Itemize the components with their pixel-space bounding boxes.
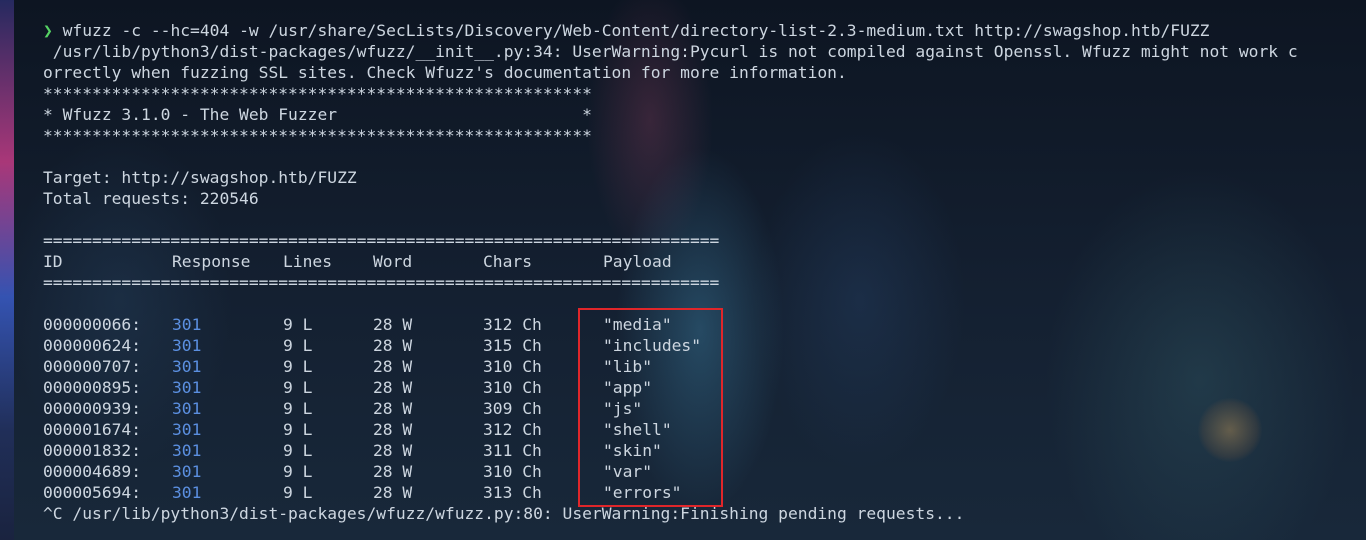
cell-chars: 313 Ch xyxy=(483,483,542,502)
separator-bottom: ========================================… xyxy=(43,273,720,292)
header-id: ID xyxy=(43,252,63,271)
cell-response: 301 xyxy=(172,336,202,355)
cell-response: 301 xyxy=(172,483,202,502)
cell-id: 000005694: xyxy=(43,483,142,502)
cell-response: 301 xyxy=(172,441,202,460)
cell-response: 301 xyxy=(172,420,202,439)
cell-lines: 9 L xyxy=(283,315,313,334)
cell-lines: 9 L xyxy=(283,336,313,355)
prompt-arrow-icon: ❯ xyxy=(43,21,53,40)
cell-chars: 311 Ch xyxy=(483,441,542,460)
header-response: Response xyxy=(172,252,251,271)
cell-word: 28 W xyxy=(373,441,413,460)
cell-lines: 9 L xyxy=(283,441,313,460)
cell-id: 000000066: xyxy=(43,315,142,334)
warning-line-1: /usr/lib/python3/dist-packages/wfuzz/__i… xyxy=(43,42,1298,61)
cell-word: 28 W xyxy=(373,336,413,355)
target-line: Target: http://swagshop.htb/FUZZ xyxy=(43,168,357,187)
terminal-window[interactable]: ❯ wfuzz -c --hc=404 -w /usr/share/SecLis… xyxy=(0,0,1366,540)
cell-lines: 9 L xyxy=(283,483,313,502)
cell-word: 28 W xyxy=(373,483,413,502)
final-warning-line: ^C /usr/lib/python3/dist-packages/wfuzz/… xyxy=(43,504,965,523)
cell-lines: 9 L xyxy=(283,357,313,376)
banner-stars-bottom: ****************************************… xyxy=(43,126,592,145)
cell-response: 301 xyxy=(172,462,202,481)
header-payload: Payload xyxy=(603,252,672,271)
cell-id: 000004689: xyxy=(43,462,142,481)
cell-chars: 312 Ch xyxy=(483,315,542,334)
cell-response: 301 xyxy=(172,399,202,418)
header-lines: Lines xyxy=(283,252,333,271)
cell-chars: 310 Ch xyxy=(483,462,542,481)
cell-response: 301 xyxy=(172,315,202,334)
command-text: wfuzz -c --hc=404 -w /usr/share/SecLists… xyxy=(62,21,1210,40)
cell-lines: 9 L xyxy=(283,420,313,439)
cell-word: 28 W xyxy=(373,378,413,397)
header-chars: Chars xyxy=(483,252,533,271)
cell-response: 301 xyxy=(172,378,202,397)
cell-id: 000000707: xyxy=(43,357,142,376)
cell-chars: 310 Ch xyxy=(483,378,542,397)
cell-chars: 309 Ch xyxy=(483,399,542,418)
cell-word: 28 W xyxy=(373,420,413,439)
total-requests-line: Total requests: 220546 xyxy=(43,189,259,208)
cell-lines: 9 L xyxy=(283,378,313,397)
cell-lines: 9 L xyxy=(283,462,313,481)
payload-highlight-box xyxy=(578,308,723,507)
cell-id: 000001832: xyxy=(43,441,142,460)
banner-title: * Wfuzz 3.1.0 - The Web Fuzzer * xyxy=(43,105,592,124)
cell-word: 28 W xyxy=(373,462,413,481)
cell-word: 28 W xyxy=(373,315,413,334)
cell-response: 301 xyxy=(172,357,202,376)
warning-line-2: orrectly when fuzzing SSL sites. Check W… xyxy=(43,63,847,82)
cell-id: 000000895: xyxy=(43,378,142,397)
cell-word: 28 W xyxy=(373,399,413,418)
header-word: Word xyxy=(373,252,413,271)
cell-id: 000001674: xyxy=(43,420,142,439)
cell-word: 28 W xyxy=(373,357,413,376)
banner-stars-top: ****************************************… xyxy=(43,84,592,103)
cell-chars: 312 Ch xyxy=(483,420,542,439)
cell-chars: 310 Ch xyxy=(483,357,542,376)
cell-id: 000000939: xyxy=(43,399,142,418)
cell-chars: 315 Ch xyxy=(483,336,542,355)
cell-id: 000000624: xyxy=(43,336,142,355)
command-line: ❯ wfuzz -c --hc=404 -w /usr/share/SecLis… xyxy=(43,20,1209,41)
cell-lines: 9 L xyxy=(283,399,313,418)
separator-top: ========================================… xyxy=(43,231,720,250)
